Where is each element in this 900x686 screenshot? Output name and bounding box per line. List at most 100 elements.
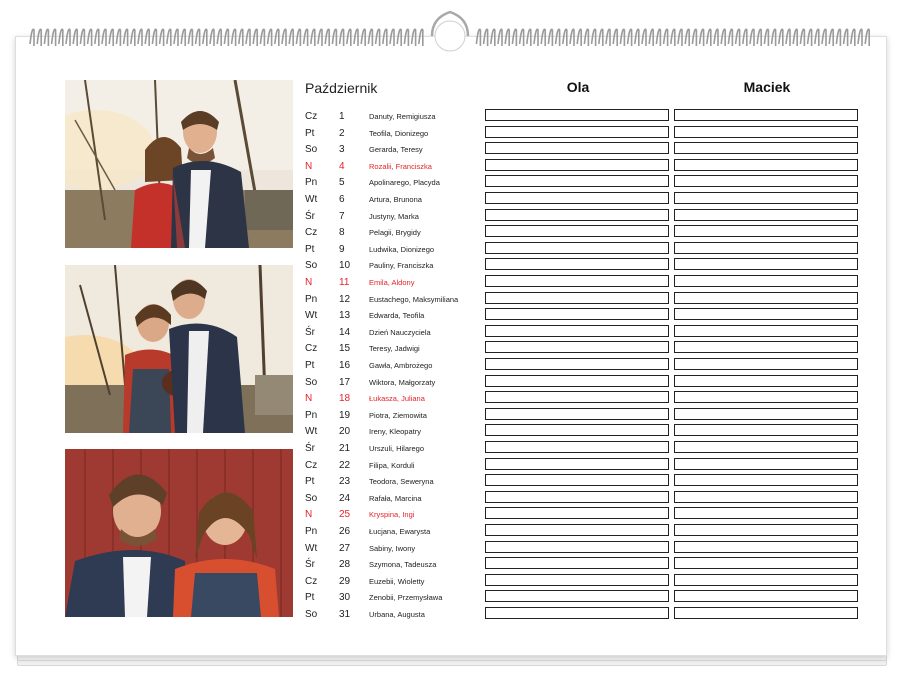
maciek-entry-box[interactable] xyxy=(674,474,858,487)
maciek-entry-box[interactable] xyxy=(674,424,858,437)
maciek-entry-box[interactable] xyxy=(674,358,858,370)
ola-entry-box[interactable] xyxy=(485,407,669,420)
day-row: N 11 Emila, Aldony xyxy=(305,275,865,291)
ola-entry-box[interactable] xyxy=(485,324,669,337)
ola-entry-box[interactable] xyxy=(485,590,669,603)
day-number: 5 xyxy=(339,177,345,189)
name-day: Kryspina, Ingi xyxy=(369,510,415,520)
maciek-entry-box[interactable] xyxy=(674,192,858,204)
maciek-entry-box[interactable] xyxy=(674,109,858,121)
name-day: Ireny, Kleopatry xyxy=(369,427,421,437)
maciek-entry-box[interactable] xyxy=(674,524,858,536)
ola-entry-box[interactable] xyxy=(485,540,669,553)
ola-entry-box[interactable] xyxy=(485,275,669,287)
ola-entry-box[interactable] xyxy=(485,607,669,619)
maciek-entry-box[interactable] xyxy=(674,590,858,603)
name-day: Piotra, Ziemowita xyxy=(369,410,427,420)
column-header-ola: Ola xyxy=(566,79,590,95)
name-day: Szymona, Tadeusza xyxy=(369,560,437,570)
day-of-week: Śr xyxy=(305,326,315,338)
maciek-entry-box[interactable] xyxy=(674,142,858,155)
maciek-entry-box[interactable] xyxy=(674,540,858,553)
maciek-entry-box[interactable] xyxy=(674,225,858,238)
ola-entry-box[interactable] xyxy=(485,158,669,171)
ola-entry-box[interactable] xyxy=(485,208,669,221)
ola-entry-box[interactable] xyxy=(485,441,669,453)
day-of-week: So xyxy=(305,492,318,504)
day-row: N 18 Łukasza, Juliana xyxy=(305,391,865,407)
maciek-entry-box[interactable] xyxy=(674,507,858,520)
day-of-week: Pt xyxy=(305,127,315,139)
maciek-entry-box[interactable] xyxy=(674,208,858,221)
maciek-entry-box[interactable] xyxy=(674,441,858,453)
ola-entry-box[interactable] xyxy=(485,391,669,404)
day-row: N 25 Kryspina, Ingi xyxy=(305,507,865,523)
maciek-entry-box[interactable] xyxy=(674,573,858,586)
day-row: Pt 2 Teofila, Dionizego xyxy=(305,125,865,142)
day-of-week: Pn xyxy=(305,409,318,421)
maciek-entry-box[interactable] xyxy=(674,158,858,171)
maciek-entry-box[interactable] xyxy=(674,241,858,254)
ola-entry-box[interactable] xyxy=(485,358,669,370)
ola-entry-box[interactable] xyxy=(485,291,669,304)
name-day: Rafała, Marcina xyxy=(369,493,422,503)
day-of-week: Pn xyxy=(305,177,318,189)
name-day: Justyny, Marka xyxy=(369,211,419,221)
maciek-entry-box[interactable] xyxy=(674,175,858,188)
day-of-week: Pt xyxy=(305,360,315,371)
ola-entry-box[interactable] xyxy=(485,341,669,354)
maciek-entry-box[interactable] xyxy=(674,258,858,271)
ola-entry-box[interactable] xyxy=(485,573,669,586)
day-row: Śr 14 Dzień Nauczyciela xyxy=(305,324,865,341)
day-number: 22 xyxy=(339,459,351,471)
name-day: Urszuli, Hilarego xyxy=(369,444,425,453)
maciek-entry-box[interactable] xyxy=(674,324,858,337)
maciek-entry-box[interactable] xyxy=(674,607,858,619)
ola-entry-box[interactable] xyxy=(485,225,669,238)
ola-entry-box[interactable] xyxy=(485,258,669,271)
ola-entry-box[interactable] xyxy=(485,175,669,188)
maciek-entry-box[interactable] xyxy=(674,407,858,420)
day-number: 2 xyxy=(339,127,345,139)
ola-entry-box[interactable] xyxy=(485,241,669,254)
day-number: 25 xyxy=(339,509,351,521)
maciek-entry-box[interactable] xyxy=(674,125,858,138)
day-row: Cz 22 Filipa, Korduli xyxy=(305,457,865,474)
ola-entry-box[interactable] xyxy=(485,125,669,138)
day-number: 31 xyxy=(339,609,351,620)
couple-smiling-barn-photo xyxy=(65,449,293,617)
ola-entry-box[interactable] xyxy=(485,490,669,503)
ola-entry-box[interactable] xyxy=(485,557,669,570)
name-day: Danuty, Remigiusza xyxy=(369,112,436,121)
ola-entry-box[interactable] xyxy=(485,142,669,155)
ola-entry-box[interactable] xyxy=(485,192,669,204)
day-row: Wt 6 Artura, Brunona xyxy=(305,192,865,208)
day-number: 26 xyxy=(339,526,351,537)
ola-entry-box[interactable] xyxy=(485,457,669,470)
maciek-entry-box[interactable] xyxy=(674,308,858,321)
day-row: N 4 Rozalii, Franciszka xyxy=(305,158,865,175)
ola-entry-box[interactable] xyxy=(485,507,669,520)
ola-entry-box[interactable] xyxy=(485,109,669,121)
maciek-entry-box[interactable] xyxy=(674,275,858,287)
ola-entry-box[interactable] xyxy=(485,308,669,321)
name-day: Edwarda, Teofila xyxy=(369,311,425,321)
maciek-entry-box[interactable] xyxy=(674,341,858,354)
maciek-entry-box[interactable] xyxy=(674,457,858,470)
day-of-week: Cz xyxy=(305,459,318,471)
maciek-entry-box[interactable] xyxy=(674,291,858,304)
ola-entry-box[interactable] xyxy=(485,424,669,437)
name-day: Łucjana, Ewarysta xyxy=(369,527,431,536)
maciek-entry-box[interactable] xyxy=(674,391,858,404)
ola-entry-box[interactable] xyxy=(485,374,669,387)
maciek-entry-box[interactable] xyxy=(674,374,858,387)
day-of-week: Pt xyxy=(305,592,315,604)
ola-entry-box[interactable] xyxy=(485,474,669,487)
day-number: 30 xyxy=(339,592,351,604)
day-number: 29 xyxy=(339,575,351,587)
maciek-entry-box[interactable] xyxy=(674,557,858,570)
maciek-entry-box[interactable] xyxy=(674,490,858,503)
day-row: Pt 23 Teodora, Seweryna xyxy=(305,474,865,490)
day-of-week: Pt xyxy=(305,476,315,488)
ola-entry-box[interactable] xyxy=(485,524,669,536)
